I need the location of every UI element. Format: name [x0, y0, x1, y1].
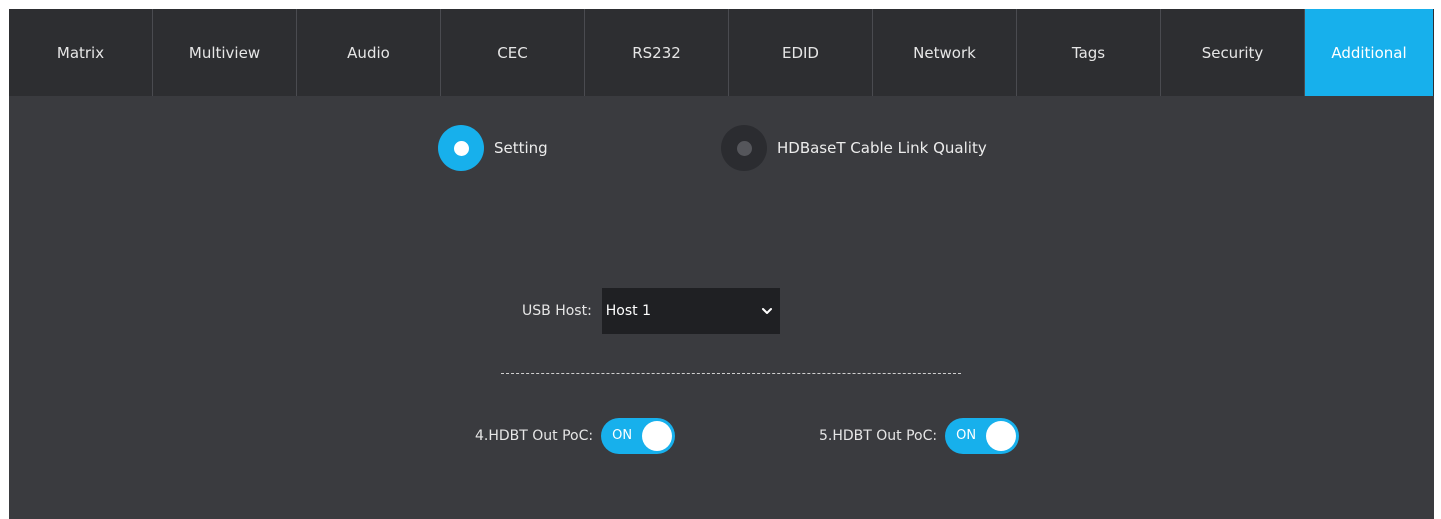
radio-dot	[453, 140, 469, 156]
poc-label-5: 5.HDBT Out PoC:	[819, 428, 938, 444]
poc-label-4: 4.HDBT Out PoC:	[475, 428, 594, 444]
poc-toggle-5-state: ON	[956, 428, 977, 443]
tab-multiview[interactable]: Multiview	[153, 9, 297, 96]
usb-host-value: Host 1	[605, 303, 652, 319]
radio-setting-button[interactable]	[438, 125, 484, 171]
usb-host-label: USB Host:	[522, 303, 592, 319]
tab-matrix[interactable]: Matrix	[9, 9, 153, 96]
tab-security[interactable]: Security	[1161, 9, 1305, 96]
poc-row-4: 4.HDBT Out PoC: ON	[475, 418, 676, 454]
poc-row-5: 5.HDBT Out PoC: ON	[819, 418, 1020, 454]
radio-hdbaset-button[interactable]	[721, 125, 767, 171]
radio-setting-label: Setting	[494, 139, 548, 157]
tab-tags[interactable]: Tags	[1017, 9, 1161, 96]
radio-setting[interactable]: Setting	[438, 125, 548, 171]
tab-additional[interactable]: Additional	[1305, 9, 1433, 96]
tab-network[interactable]: Network	[873, 9, 1017, 96]
toggle-knob	[986, 421, 1017, 451]
usb-host-row: USB Host: Host 1	[522, 288, 780, 334]
radio-dot	[736, 140, 752, 156]
poc-toggle-4[interactable]: ON	[601, 418, 676, 454]
radio-hdbaset-link-quality[interactable]: HDBaseT Cable Link Quality	[721, 125, 987, 171]
tab-cec[interactable]: CEC	[441, 9, 585, 96]
tab-edid[interactable]: EDID	[729, 9, 873, 96]
tab-bar: Matrix Multiview Audio CEC RS232 EDID Ne…	[9, 9, 1434, 96]
tab-audio[interactable]: Audio	[297, 9, 441, 96]
radio-hdbaset-label: HDBaseT Cable Link Quality	[777, 139, 987, 157]
section-divider	[501, 373, 961, 374]
app-frame: Matrix Multiview Audio CEC RS232 EDID Ne…	[9, 9, 1434, 519]
chevron-down-icon	[761, 308, 772, 314]
poc-toggle-5[interactable]: ON	[945, 418, 1020, 454]
poc-toggle-4-state: ON	[612, 428, 633, 443]
tab-rs232[interactable]: RS232	[585, 9, 729, 96]
usb-host-select[interactable]: Host 1	[601, 288, 780, 334]
toggle-knob	[642, 421, 673, 451]
